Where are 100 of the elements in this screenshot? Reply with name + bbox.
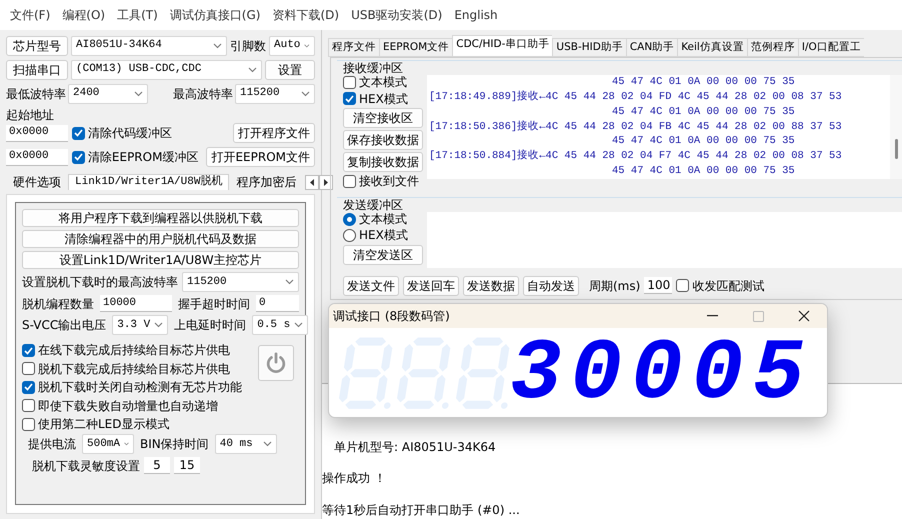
tab[interactable]: CAN助手 [626, 38, 678, 57]
checkmark-icon [74, 153, 83, 162]
menu-item[interactable]: 调试仿真接口(G) [164, 8, 266, 22]
tab[interactable]: 硬件选项 [6, 173, 68, 190]
field-label: BIN保持时间 [140, 437, 209, 452]
button[interactable]: 保存接收数据 [343, 130, 423, 150]
caret-icon [294, 322, 304, 328]
checkmark-icon [24, 346, 33, 355]
caret-icon [304, 43, 310, 49]
menu-item[interactable]: 编程(O) [56, 8, 112, 22]
button[interactable]: 设置Link1D/Writer1A/U8W主控芯片 [22, 251, 299, 270]
power-icon [265, 351, 287, 376]
log-line: 单片机型号: AI8051U-34K64 [334, 440, 496, 454]
button[interactable]: 发送数据 [463, 276, 519, 296]
field-label: 脱机编程数量 [22, 296, 94, 312]
group-title: 接收缓冲区 [342, 61, 404, 76]
menu-item[interactable]: 资料下载(D) [266, 8, 346, 22]
checkbox[interactable]: 脱机下载时关闭自动检测有无芯片功能 [22, 380, 242, 395]
caret-icon [262, 441, 272, 448]
button[interactable]: 打开EEPROM文件 [206, 147, 315, 168]
group-title: 发送缓冲区 [342, 198, 404, 212]
field-label: 握手超时时间 [178, 296, 250, 312]
checkbox[interactable]: 脱机下载完成后持续给目标芯片供电 [22, 362, 242, 376]
radio-button[interactable]: 文本模式 [343, 212, 423, 226]
dropdown[interactable]: 115200 [235, 84, 315, 104]
button[interactable]: 清空接收区 [343, 108, 423, 128]
tab[interactable]: Link1D/Writer1A/U8W脱机 [68, 174, 230, 190]
input-field[interactable]: 10000 [100, 295, 172, 312]
close-icon[interactable] [798, 310, 810, 322]
tab[interactable]: 程序文件 [328, 38, 379, 57]
checkbox[interactable]: 使用第二种LED显示模式 [22, 416, 242, 432]
minimize-icon[interactable] [706, 315, 718, 317]
field-label: 提供电流 [28, 437, 76, 452]
dropdown[interactable]: 500mA [82, 434, 134, 454]
tab[interactable]: Keil仿真设置 [677, 38, 747, 57]
caret-icon [124, 441, 129, 448]
field-label: S-VCC输出电压 [22, 318, 106, 333]
menu-item[interactable]: 工具(T) [111, 8, 164, 22]
button[interactable]: 将用户程序下载到编程器以供脱机下载 [22, 209, 299, 228]
button[interactable]: 打开程序文件 [233, 123, 315, 144]
checkbox[interactable]: 在线下载完成后持续给目标芯片供电 [22, 343, 242, 358]
field-label: 最低波特率 [6, 86, 66, 102]
log-line: [17:18:49.889]接收←4C 45 44 28 02 04 FD 4C 45 44 28 02 00 08 37 53 [429, 90, 842, 105]
button[interactable]: 清除编程器中的用户脱机代码及数据 [22, 230, 299, 248]
checkbox[interactable]: 清除代码缓冲区 [72, 126, 172, 141]
caret-icon [154, 322, 164, 328]
scrollbar-thumb [894, 139, 898, 160]
display-reading: 30005 [510, 331, 814, 417]
input-field[interactable]: 0x0000 [6, 148, 68, 166]
checkbox[interactable]: 收发匹配测试 [676, 278, 764, 294]
log-line: [17:18:50.386]接收←4C 45 44 28 02 04 FB 4C 45 44 28 02 00 88 37 53 [429, 120, 842, 134]
tab[interactable]: EEPROM文件 [379, 38, 452, 57]
log-line: 45 47 4C 01 0A 00 00 00 75 35 [612, 104, 795, 120]
dropdown[interactable]: 3.3 V [112, 315, 168, 336]
button[interactable]: 扫描串口 [6, 60, 68, 80]
tab[interactable]: 范例程序 [746, 38, 798, 57]
checkbox[interactable]: 文本模式 [343, 75, 423, 90]
button[interactable]: 自动发送 [523, 276, 579, 296]
button[interactable]: 设置 [265, 60, 315, 80]
field-label: 上电延时时间 [174, 318, 246, 333]
log-line: 操作成功 ！ [322, 471, 386, 486]
dropdown[interactable]: Auto [269, 36, 315, 56]
checkmark-icon [345, 94, 354, 103]
checkbox[interactable]: HEX模式 [343, 92, 423, 106]
field-label: 周期(ms) [589, 278, 640, 294]
button[interactable]: 清空发送区 [343, 244, 423, 265]
dropdown[interactable]: 115200 [182, 272, 299, 292]
checkmark-icon [74, 129, 83, 138]
tab[interactable]: USB-HID助手 [552, 38, 626, 57]
button[interactable]: 芯片型号 [6, 36, 68, 56]
button[interactable]: 发送文件 [343, 276, 399, 296]
input-field[interactable]: 0 [256, 295, 299, 312]
menu-item[interactable]: English [448, 8, 504, 22]
button[interactable]: 发送回车 [403, 276, 459, 296]
menu-item[interactable]: USB驱动安装(D) [345, 8, 448, 22]
tab[interactable]: 程序加密后 [229, 173, 304, 190]
checkbox[interactable]: 清除EEPROM缓冲区 [72, 150, 198, 165]
input-field[interactable]: 5 [144, 457, 170, 474]
log-line: 45 47 4C 01 0A 00 00 00 75 35 [612, 164, 795, 178]
dropdown[interactable]: (COM13) USB-CDC,CDC [71, 60, 262, 80]
button[interactable]: 复制接收数据 [343, 152, 423, 172]
menu-item[interactable]: 文件(F) [4, 8, 56, 22]
dropdown[interactable]: 40 ms [214, 434, 277, 454]
dropdown[interactable]: AI8051U-34K64 [71, 36, 227, 56]
input-field[interactable]: 15 [174, 457, 200, 474]
tab[interactable]: CDC/HID-串口助手 [452, 35, 552, 57]
log-line: 45 47 4C 01 0A 00 00 00 75 35 [612, 75, 795, 90]
tab-scroll-arrows[interactable] [305, 175, 334, 190]
dropdown[interactable]: 2400 [68, 84, 148, 104]
input-field[interactable]: 100 [644, 277, 672, 294]
caret-icon [285, 279, 294, 286]
checkbox[interactable]: 即使下载失败自动增量也自动递增 [22, 398, 242, 413]
dropdown[interactable]: 0.5 s [252, 315, 308, 336]
checkbox[interactable]: 接收到文件 [343, 174, 423, 189]
radio-button[interactable]: HEX模式 [343, 228, 423, 243]
power-button[interactable] [258, 345, 294, 382]
tab[interactable]: I/O口配置工 [798, 38, 864, 57]
input-field[interactable]: 0x0000 [6, 124, 68, 142]
caret-icon [301, 91, 310, 97]
field-label: 脱机下载灵敏度设置 [32, 458, 140, 474]
